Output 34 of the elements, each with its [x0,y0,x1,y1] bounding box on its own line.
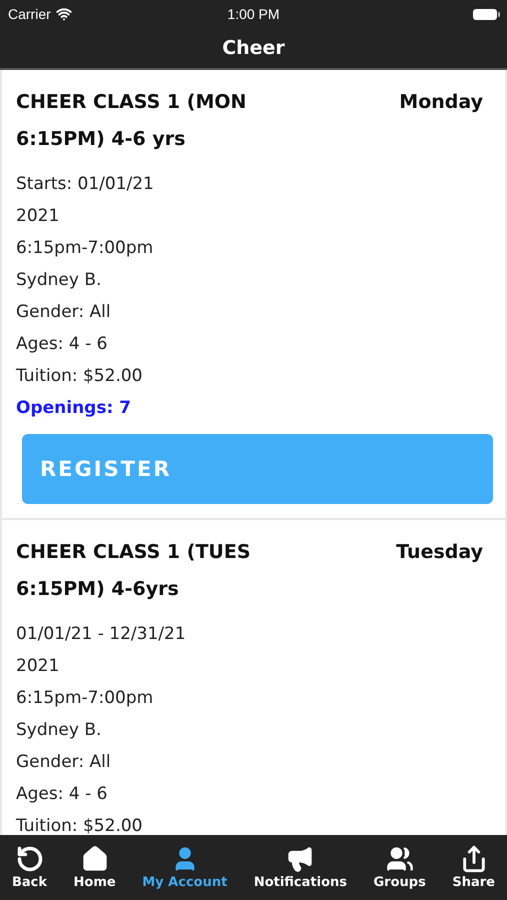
class-title: CHEER CLASS 1 (MON 6:15PM) 4-6 yrs [16,90,248,152]
class-detail: Starts: 01/01/21 [16,173,155,196]
battery-icon [473,8,497,20]
screen-title: Cheer [222,37,285,59]
carrier-label: Carrier [8,6,51,22]
tab-bar-item[interactable]: Share [446,835,501,900]
class-detail: 01/01/21 - 12/31/21 [16,623,187,646]
class-day: Tuesday [396,534,493,571]
wifi-icon [56,6,72,22]
class-detail: Gender: All [16,301,112,324]
home-icon [80,845,109,873]
class-detail: Ages: 4 - 6 [16,333,108,356]
class-detail: Tuition: $52.00 [16,365,144,388]
class-detail: Gender: All [16,751,112,774]
tab-bar-item[interactable]: My Account [136,835,234,900]
tab-bar-item[interactable]: Back [6,835,54,900]
tab-bar-item[interactable]: Home [68,835,122,900]
class-detail: 6:15pm-7:00pm [16,237,154,260]
class-detail: 2021 [16,205,60,228]
class-detail: Tuition: $52.00 [16,815,144,835]
tab-bar-item[interactable]: Notifications [248,835,354,900]
megaphone-icon [286,845,314,873]
status-time: 1:00 PM [227,6,280,22]
class-detail: Sydney B. [16,269,102,292]
class-detail: Ages: 4 - 6 [16,783,108,806]
class-detail: 6:15pm-7:00pm [16,687,154,710]
tab-bar-item[interactable]: Groups [368,835,432,900]
class-detail: Sydney B. [16,719,102,742]
openings-count: Openings: 7 [16,397,132,420]
undo-icon [16,845,44,873]
class-title: CHEER CLASS 1 (TUES 6:15PM) 4-6yrs [16,540,252,602]
class-detail: 2021 [16,655,60,678]
class-day: Monday [399,84,493,121]
group-icon [386,845,414,873]
